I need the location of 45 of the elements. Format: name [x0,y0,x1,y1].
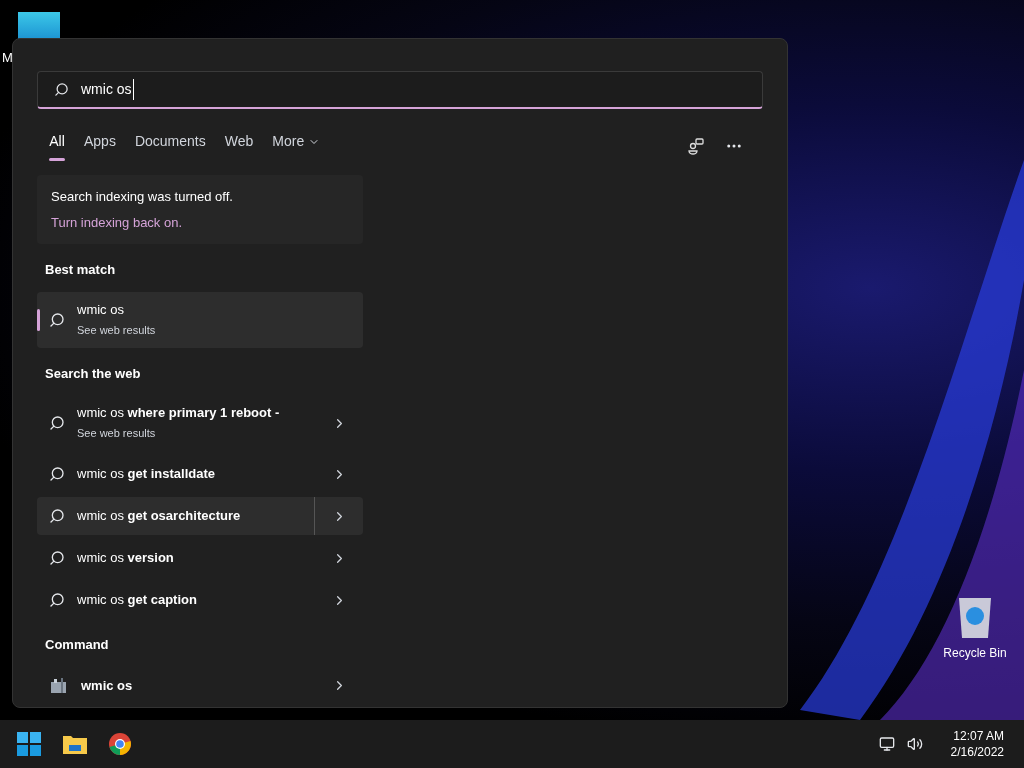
desktop-icon-label: M [2,49,13,67]
windows-start-icon[interactable] [16,731,42,757]
terminal-app-icon [49,675,69,696]
result-subtitle: See web results [77,322,156,338]
search-icon [49,311,65,328]
network-icon[interactable] [878,736,895,752]
recycle-bin-icon[interactable] [957,596,993,640]
result-title: wmic os [77,300,125,319]
clock[interactable]: 12:07 AM 2/16/2022 [950,728,1004,760]
search-result-item[interactable]: wmic os get caption [37,581,315,619]
filter-tab[interactable]: More [272,131,321,161]
result-title: wmic os get caption [77,591,197,609]
search-query: wmic os [81,79,134,100]
search-icon [49,415,65,431]
section-heading: Best match [44,261,117,279]
search-result-item[interactable]: wmic os See web results [37,291,363,348]
search-result-item[interactable]: wmic os where primary 1 reboot - See web results [37,395,315,451]
filter-tab[interactable]: Apps [84,131,116,161]
search-icon [49,550,65,566]
notice-text: Search indexing was turned off. [51,188,234,206]
section-heading: Search the web [44,364,142,383]
search-result-item[interactable]: wmic os [37,666,315,705]
filter-tab[interactable]: Documents [134,131,206,161]
folder-icon[interactable] [62,733,88,755]
search-icon [49,592,65,608]
result-title: wmic os [81,676,133,695]
filter-tab[interactable]: All [49,131,65,161]
result-title: wmic os get installdate [77,465,215,483]
search-result-item[interactable]: wmic os get installdate [37,455,315,493]
result-subtitle: See web results [77,426,157,441]
section-heading: Command [44,636,110,654]
result-title: wmic os version [77,549,174,567]
result-title: wmic os get osarchitecture [77,507,241,525]
volume-icon[interactable] [906,736,923,752]
filter-tab[interactable]: Web [224,131,254,161]
search-result-item[interactable]: wmic os version [37,539,315,577]
search-icon [54,82,69,97]
search-icon [49,508,65,524]
turn-indexing-on-link[interactable]: Turn indexing back on. [51,212,349,232]
browser-icon[interactable] [108,732,132,756]
people-chat-icon[interactable] [687,137,705,155]
search-field[interactable]: wmic os [37,71,763,109]
result-title: wmic os where primary 1 reboot - [77,404,280,422]
search-icon [49,466,65,482]
desktop-icon-label: Recycle Bin [943,645,1007,662]
